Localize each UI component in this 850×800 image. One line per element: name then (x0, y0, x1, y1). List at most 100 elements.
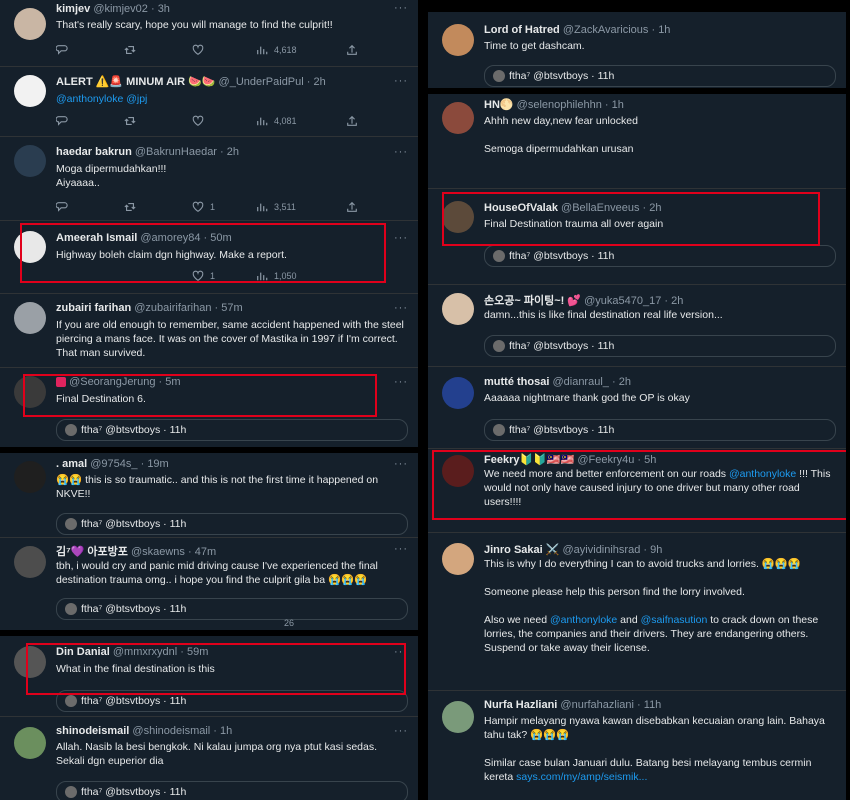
tweet-time[interactable]: 1h (220, 725, 232, 737)
quoted-tweet[interactable]: ftha⁷ @btsvtboys · 11h (56, 419, 408, 441)
reply-icon[interactable] (56, 44, 68, 56)
reply-tweet[interactable]: 김⁷💜 아포방포 @skaewns · 47m ··· tbh, i would… (0, 537, 418, 630)
author-name[interactable]: kimjev (56, 3, 90, 15)
author-name[interactable]: 김⁷💜 아포방포 (56, 546, 128, 558)
tweet-time[interactable]: 2h (619, 376, 631, 388)
reply-tweet[interactable]: 손오공~ 파이팅~! 💕 @yuka5470_17 · 2h damn...th… (428, 284, 846, 362)
reply-tweet[interactable]: ALERT ⚠️🚨 MINUM AIR 🍉🍉 @_UnderPaidPul · … (0, 66, 418, 136)
avatar[interactable] (442, 377, 474, 409)
author-handle[interactable]: @selenophilehhn (517, 99, 602, 111)
quoted-tweet[interactable]: ftha⁷ @btsvtboys · 11h (56, 781, 408, 800)
author-name[interactable]: ALERT ⚠️🚨 MINUM AIR 🍉🍉 (56, 76, 215, 88)
author-handle[interactable]: @nurfahazliani (560, 699, 634, 711)
author-name[interactable]: zubairi farihan (56, 302, 131, 314)
more-icon[interactable]: ··· (394, 543, 408, 555)
tweet-time[interactable]: 19m (147, 458, 168, 470)
avatar[interactable] (14, 145, 46, 177)
retweet-icon[interactable] (124, 44, 136, 56)
more-icon[interactable]: ··· (394, 2, 408, 14)
author-name[interactable]: 손오공~ 파이팅~! 💕 (484, 295, 581, 307)
avatar[interactable] (442, 102, 474, 134)
tweet-time[interactable]: 1h (612, 99, 624, 111)
author-handle[interactable]: @skaewns (131, 546, 185, 558)
tweet-time[interactable]: 2h (671, 295, 683, 307)
reply-tweet[interactable]: haedar bakrun @BakrunHaedar · 2h ··· Mog… (0, 136, 418, 220)
quoted-tweet[interactable]: ftha⁷ @btsvtboys · 11h (484, 245, 836, 267)
author-handle[interactable]: @dianraul_ (552, 376, 608, 388)
tweet-time[interactable]: 2h (314, 76, 326, 88)
tweet-time[interactable]: 1h (658, 24, 670, 36)
author-name[interactable]: shinodeismail (56, 725, 129, 737)
author-handle[interactable]: @kimjev02 (93, 3, 148, 15)
tweet-time[interactable]: 2h (227, 146, 239, 158)
reply-tweet[interactable]: . amal @9754s_ · 19m ··· 😭😭 this is so t… (0, 453, 418, 535)
reply-tweet[interactable]: Nurfa Hazliani @nurfahazliani · 11h Hamp… (428, 690, 846, 800)
quoted-tweet[interactable]: ftha⁷ @btsvtboys · 11h (484, 419, 836, 441)
reply-tweet[interactable]: shinodeismail @shinodeismail · 1h ··· Al… (0, 716, 418, 800)
mention-link[interactable]: @jpj (126, 93, 147, 105)
avatar[interactable] (442, 24, 474, 56)
like-icon[interactable] (192, 44, 204, 56)
quoted-tweet[interactable]: ftha⁷ @btsvtboys · 11h (484, 335, 836, 357)
author-name[interactable]: HN🌕 (484, 99, 514, 111)
author-name[interactable]: . amal (56, 458, 87, 470)
author-handle[interactable]: @zubairifarihan (134, 302, 211, 314)
avatar[interactable] (14, 75, 46, 107)
views-icon[interactable]: 3,511 (256, 201, 296, 213)
mention-link[interactable]: @saifnasution (641, 614, 708, 626)
avatar[interactable] (442, 701, 474, 733)
reply-tweet[interactable]: Lord of Hatred @ZackAvaricious · 1h Time… (428, 12, 846, 92)
author-handle[interactable]: @yuka5470_17 (584, 295, 661, 307)
author-name[interactable]: mutté thosai (484, 376, 549, 388)
avatar[interactable] (14, 8, 46, 40)
retweet-icon[interactable] (124, 201, 136, 213)
avatar[interactable] (14, 546, 46, 578)
more-icon[interactable]: ··· (394, 725, 408, 737)
more-icon[interactable]: ··· (394, 376, 408, 388)
share-icon[interactable] (346, 201, 358, 213)
tweet-time[interactable]: 47m (195, 546, 216, 558)
retweet-icon[interactable] (124, 115, 136, 127)
like-icon[interactable]: 1 (192, 201, 215, 213)
quoted-tweet[interactable]: ftha⁷ @btsvtboys · 11h (484, 65, 836, 87)
author-handle[interactable]: @ZackAvaricious (563, 24, 649, 36)
like-icon[interactable] (192, 115, 204, 127)
views-icon[interactable]: 4,081 (256, 115, 297, 127)
share-icon[interactable] (346, 44, 358, 56)
reply-tweet[interactable]: HN🌕 @selenophilehhn · 1h Ahhh new day,ne… (428, 94, 846, 182)
author-name[interactable]: Nurfa Hazliani (484, 699, 557, 711)
more-icon[interactable]: ··· (394, 302, 408, 314)
avatar[interactable] (442, 293, 474, 325)
views-icon[interactable]: 4,618 (256, 44, 297, 56)
reply-tweet[interactable]: mutté thosai @dianraul_ · 2h Aaaaaa nigh… (428, 366, 846, 446)
more-icon[interactable]: ··· (394, 458, 408, 470)
reply-tweet[interactable]: kimjev @kimjev02 · 3h ··· That's really … (0, 0, 418, 66)
mention-link[interactable]: @anthonyloke (56, 93, 123, 105)
more-icon[interactable]: ··· (394, 75, 408, 87)
avatar[interactable] (14, 461, 46, 493)
external-link[interactable]: says.com/my/amp/seismik... (516, 771, 647, 783)
reply-icon[interactable] (56, 201, 68, 213)
author-name[interactable]: Jinro Sakai ⚔️ (484, 544, 559, 556)
tweet-time[interactable]: 11h (644, 699, 662, 711)
author-handle[interactable]: @ayividinihsrad (563, 544, 641, 556)
avatar[interactable] (14, 727, 46, 759)
mention-link[interactable]: @anthonyloke (550, 614, 617, 626)
quoted-tweet[interactable]: ftha⁷ @btsvtboys · 11h (56, 513, 408, 535)
more-icon[interactable]: ··· (394, 232, 408, 244)
author-handle[interactable]: @shinodeismail (132, 725, 210, 737)
author-handle[interactable]: @9754s_ (90, 458, 137, 470)
avatar[interactable] (442, 543, 474, 575)
tweet-time[interactable]: 57m (221, 302, 242, 314)
quoted-tweet[interactable]: ftha⁷ @btsvtboys · 11h (56, 598, 408, 620)
tweet-time[interactable]: 9h (650, 544, 662, 556)
reply-icon[interactable] (56, 115, 68, 127)
more-icon[interactable]: ··· (394, 146, 408, 158)
author-handle[interactable]: @_UnderPaidPul (219, 76, 304, 88)
reply-tweet[interactable]: zubairi farihan @zubairifarihan · 57m ··… (0, 293, 418, 365)
reply-tweet[interactable]: Jinro Sakai ⚔️ @ayividinihsrad · 9h This… (428, 532, 846, 690)
tweet-time[interactable]: 3h (158, 3, 170, 15)
author-name[interactable]: haedar bakrun (56, 146, 132, 158)
share-icon[interactable] (346, 115, 358, 127)
author-name[interactable]: Lord of Hatred (484, 24, 560, 36)
